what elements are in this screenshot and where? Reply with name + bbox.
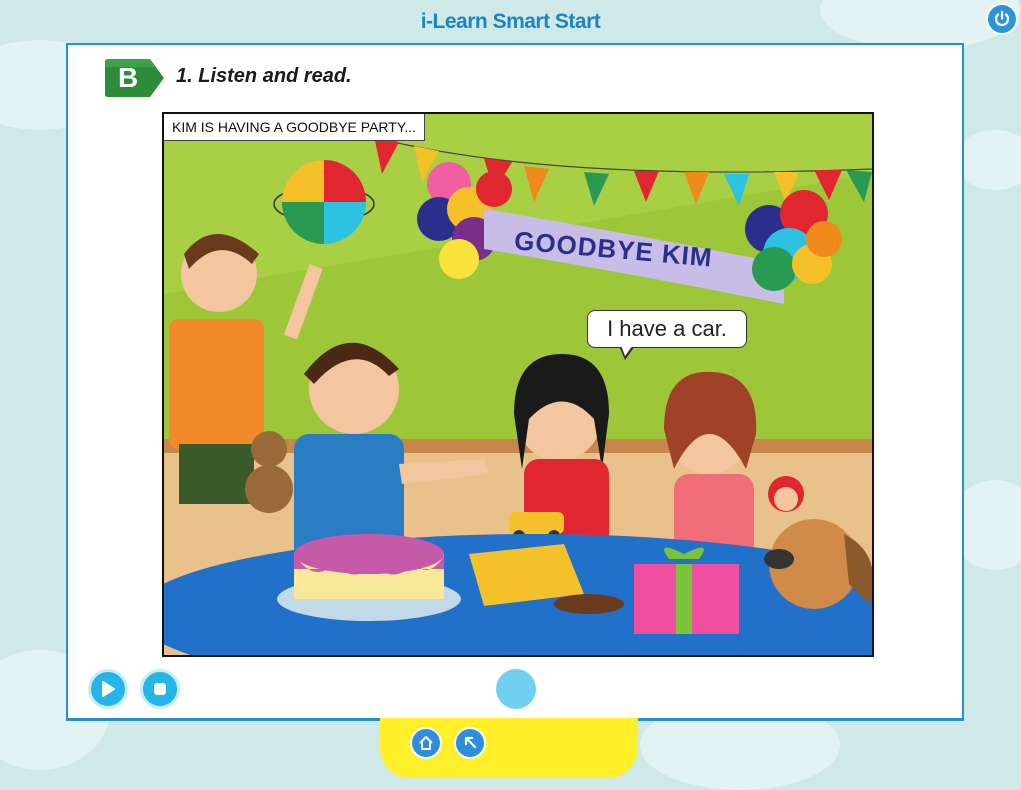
section-letter: B <box>118 62 139 93</box>
lesson-panel: B 1. Listen and read. GOODBYE KIM KIM IS… <box>66 43 964 721</box>
speech-bubble-tail-fill <box>621 345 633 356</box>
background-cloud <box>955 130 1021 190</box>
stop-icon <box>154 683 166 695</box>
back-button[interactable] <box>454 727 486 759</box>
story-illustration: GOODBYE KIM KIM IS HAVING A GOODBYE PART… <box>162 112 874 657</box>
audio-progress-indicator[interactable] <box>496 669 536 709</box>
scene-caption: KIM IS HAVING A GOODBYE PARTY... <box>164 114 426 141</box>
play-button[interactable] <box>88 669 128 709</box>
stop-button[interactable] <box>140 669 180 709</box>
exercise-title: 1. Listen and read. <box>176 65 352 87</box>
play-icon <box>102 681 115 697</box>
section-badge: B <box>104 57 166 99</box>
home-icon <box>419 736 433 750</box>
home-button[interactable] <box>410 727 442 759</box>
power-button[interactable] <box>986 3 1018 35</box>
back-arrow-icon <box>464 736 477 749</box>
power-icon <box>994 10 1010 26</box>
speech-bubble: I have a car. <box>587 310 747 348</box>
app-title: i-Learn Smart Start <box>420 10 601 33</box>
